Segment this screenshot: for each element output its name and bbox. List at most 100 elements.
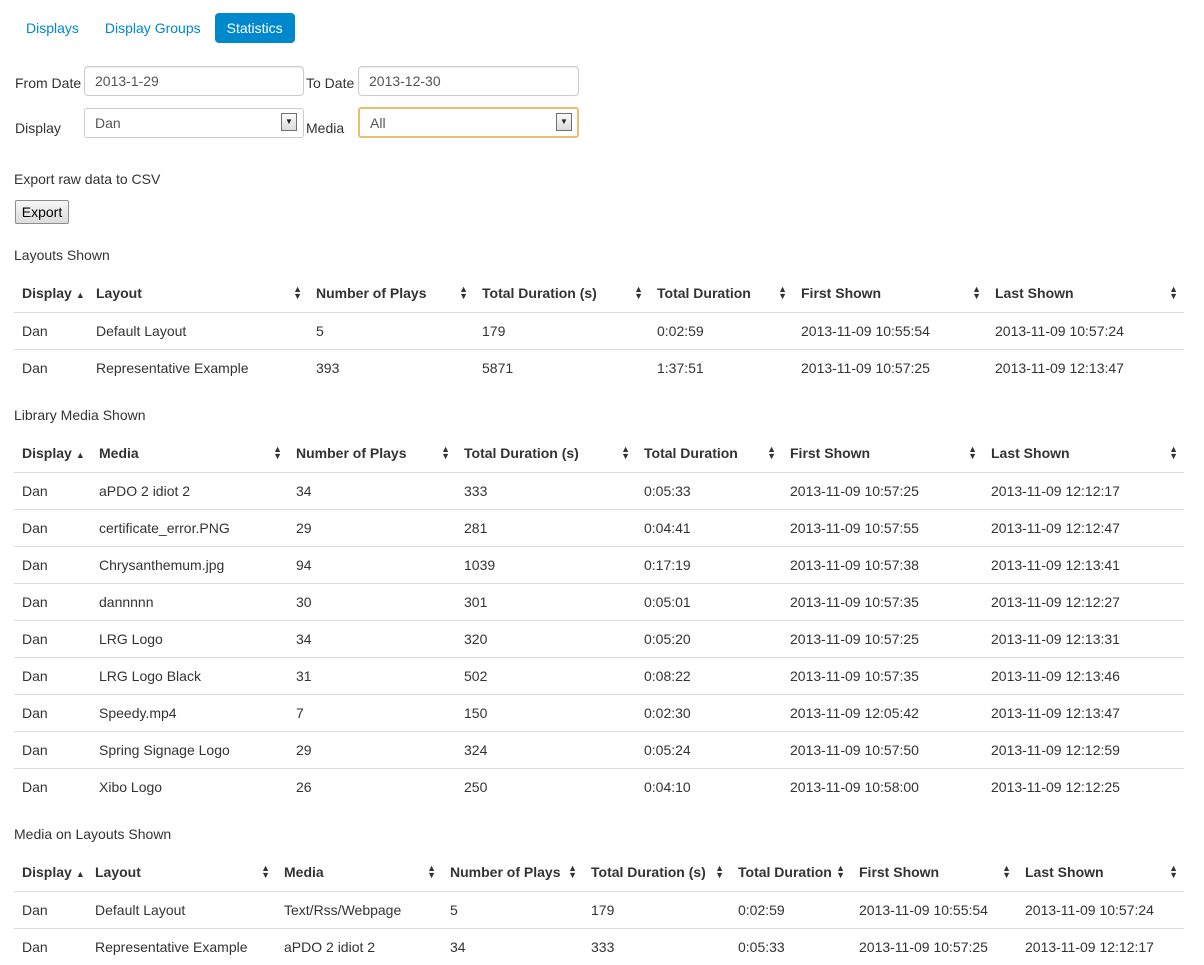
- tab-displays[interactable]: Displays: [14, 13, 91, 43]
- table-row: DanChrysanthemum.jpg9410390:17:192013-11…: [14, 547, 1184, 584]
- column-header-last-shown[interactable]: Last Shown▲▼: [1017, 853, 1184, 892]
- cell-number-of-plays: 7: [288, 695, 456, 732]
- column-header-label: Display: [22, 285, 72, 301]
- cell-last-shown: 2013-11-09 12:12:17: [1017, 929, 1184, 965]
- column-header-display[interactable]: Display▲: [14, 853, 87, 892]
- cell-total-duration-s: 301: [456, 584, 636, 621]
- column-header-total-duration[interactable]: Total Duration▲▼: [649, 274, 793, 313]
- column-header-total-duration-s[interactable]: Total Duration (s)▲▼: [456, 434, 636, 473]
- column-header-display[interactable]: Display▲: [14, 434, 91, 473]
- sort-icon: ▲▼: [972, 286, 981, 300]
- table-row: DanDefault Layout51790:02:592013-11-09 1…: [14, 313, 1184, 350]
- column-header-total-duration-s[interactable]: Total Duration (s)▲▼: [583, 853, 730, 892]
- cell-media: aPDO 2 idiot 2: [276, 929, 442, 965]
- cell-first-shown: 2013-11-09 10:57:25: [782, 473, 983, 510]
- column-header-number-of-plays[interactable]: Number of Plays▲▼: [442, 853, 583, 892]
- from-date-label: From Date: [15, 75, 81, 91]
- to-date-input[interactable]: [358, 66, 579, 96]
- column-header-label: First Shown: [790, 445, 870, 461]
- cell-last-shown: 2013-11-09 12:13:46: [983, 658, 1184, 695]
- cell-display: Dan: [14, 313, 88, 350]
- sort-icon: ▲▼: [836, 865, 845, 879]
- cell-total-duration: 0:05:01: [636, 584, 782, 621]
- column-header-label: Media: [284, 864, 324, 880]
- column-header-label: Display: [22, 864, 72, 880]
- cell-number-of-plays: 31: [288, 658, 456, 695]
- column-header-total-duration-s[interactable]: Total Duration (s)▲▼: [474, 274, 649, 313]
- column-header-label: Layout: [96, 285, 142, 301]
- cell-display: Dan: [14, 621, 91, 658]
- export-button[interactable]: Export: [15, 200, 69, 224]
- cell-last-shown: 2013-11-09 12:13:47: [987, 350, 1184, 387]
- column-header-layout[interactable]: Layout▲▼: [88, 274, 308, 313]
- cell-media: Chrysanthemum.jpg: [91, 547, 288, 584]
- column-header-last-shown[interactable]: Last Shown▲▼: [987, 274, 1184, 313]
- column-header-layout[interactable]: Layout▲▼: [87, 853, 276, 892]
- table-row: DanLRG Logo Black315020:08:222013-11-09 …: [14, 658, 1184, 695]
- cell-first-shown: 2013-11-09 10:57:35: [782, 584, 983, 621]
- cell-total-duration-s: 5871: [474, 350, 649, 387]
- cell-total-duration-s: 281: [456, 510, 636, 547]
- column-header-media[interactable]: Media ▲▼: [276, 853, 442, 892]
- column-header-label: Total Duration: [738, 864, 832, 880]
- sort-icon: ▲▼: [1169, 446, 1178, 460]
- sort-icon: ▲▼: [1169, 286, 1178, 300]
- cell-media: Text/Rss/Webpage: [276, 892, 442, 929]
- sort-icon: ▲▼: [968, 446, 977, 460]
- cell-display: Dan: [14, 658, 91, 695]
- column-header-total-duration[interactable]: Total Duration▲▼: [636, 434, 782, 473]
- sort-icon: ▲▼: [568, 865, 577, 879]
- media-on-layouts-shown-table: Display▲Layout▲▼Media▲▼Number of Plays▲▼…: [14, 853, 1184, 965]
- column-header-media[interactable]: Media▲▼: [91, 434, 288, 473]
- cell-total-duration-s: 324: [456, 732, 636, 769]
- cell-total-duration-s: 333: [583, 929, 730, 965]
- cell-number-of-plays: 30: [288, 584, 456, 621]
- column-header-first-shown[interactable]: First Shown ▲▼: [782, 434, 983, 473]
- cell-total-duration: 0:05:24: [636, 732, 782, 769]
- cell-total-duration-s: 320: [456, 621, 636, 658]
- cell-first-shown: 2013-11-09 10:57:38: [782, 547, 983, 584]
- cell-total-duration: 0:04:41: [636, 510, 782, 547]
- chevron-down-icon: ▼: [281, 113, 297, 131]
- cell-total-duration: 0:02:30: [636, 695, 782, 732]
- table-row: DanSpring Signage Logo293240:05:242013-1…: [14, 732, 1184, 769]
- display-select[interactable]: Dan ▼: [84, 108, 304, 138]
- column-header-first-shown[interactable]: First Shown▲▼: [851, 853, 1017, 892]
- cell-media: Speedy.mp4: [91, 695, 288, 732]
- sort-icon: ▲▼: [427, 865, 436, 879]
- display-select-value: Dan: [95, 115, 121, 131]
- cell-total-duration: 1:37:51: [649, 350, 793, 387]
- cell-display: Dan: [14, 350, 88, 387]
- table-row: DanaPDO 2 idiot 2343330:05:332013-11-09 …: [14, 473, 1184, 510]
- cell-total-duration-s: 150: [456, 695, 636, 732]
- cell-number-of-plays: 5: [442, 892, 583, 929]
- cell-number-of-plays: 26: [288, 769, 456, 806]
- cell-last-shown: 2013-11-09 10:57:24: [987, 313, 1184, 350]
- sort-icon: ▲▼: [459, 286, 468, 300]
- sort-ascending-icon: ▲: [76, 290, 85, 300]
- library-media-shown-table: Display▲Media▲▼Number of Plays▲▼Total Du…: [14, 434, 1184, 805]
- cell-last-shown: 2013-11-09 12:13:31: [983, 621, 1184, 658]
- cell-layout: Default Layout: [87, 892, 276, 929]
- column-header-last-shown[interactable]: Last Shown▲▼: [983, 434, 1184, 473]
- sort-icon: ▲▼: [261, 865, 270, 879]
- cell-total-duration: 0:05:20: [636, 621, 782, 658]
- cell-total-duration: 0:17:19: [636, 547, 782, 584]
- column-header-total-duration[interactable]: Total Duration ▲▼: [730, 853, 851, 892]
- cell-last-shown: 2013-11-09 12:12:25: [983, 769, 1184, 806]
- media-select[interactable]: All ▼: [358, 107, 579, 138]
- tab-display-groups[interactable]: Display Groups: [93, 13, 213, 43]
- column-header-display[interactable]: Display ▲: [14, 274, 88, 313]
- sort-icon: ▲▼: [1002, 865, 1011, 879]
- from-date-input[interactable]: [84, 66, 304, 96]
- sort-icon: ▲▼: [441, 446, 450, 460]
- tab-statistics[interactable]: Statistics: [215, 13, 295, 43]
- column-header-first-shown[interactable]: First Shown▲▼: [793, 274, 987, 313]
- cell-number-of-plays: 393: [308, 350, 474, 387]
- column-header-number-of-plays[interactable]: Number of Plays▲▼: [288, 434, 456, 473]
- column-header-label: Number of Plays: [316, 285, 426, 301]
- cell-total-duration-s: 1039: [456, 547, 636, 584]
- column-header-number-of-plays[interactable]: Number of Plays ▲▼: [308, 274, 474, 313]
- cell-total-duration: 0:04:10: [636, 769, 782, 806]
- column-header-label: Media: [99, 445, 139, 461]
